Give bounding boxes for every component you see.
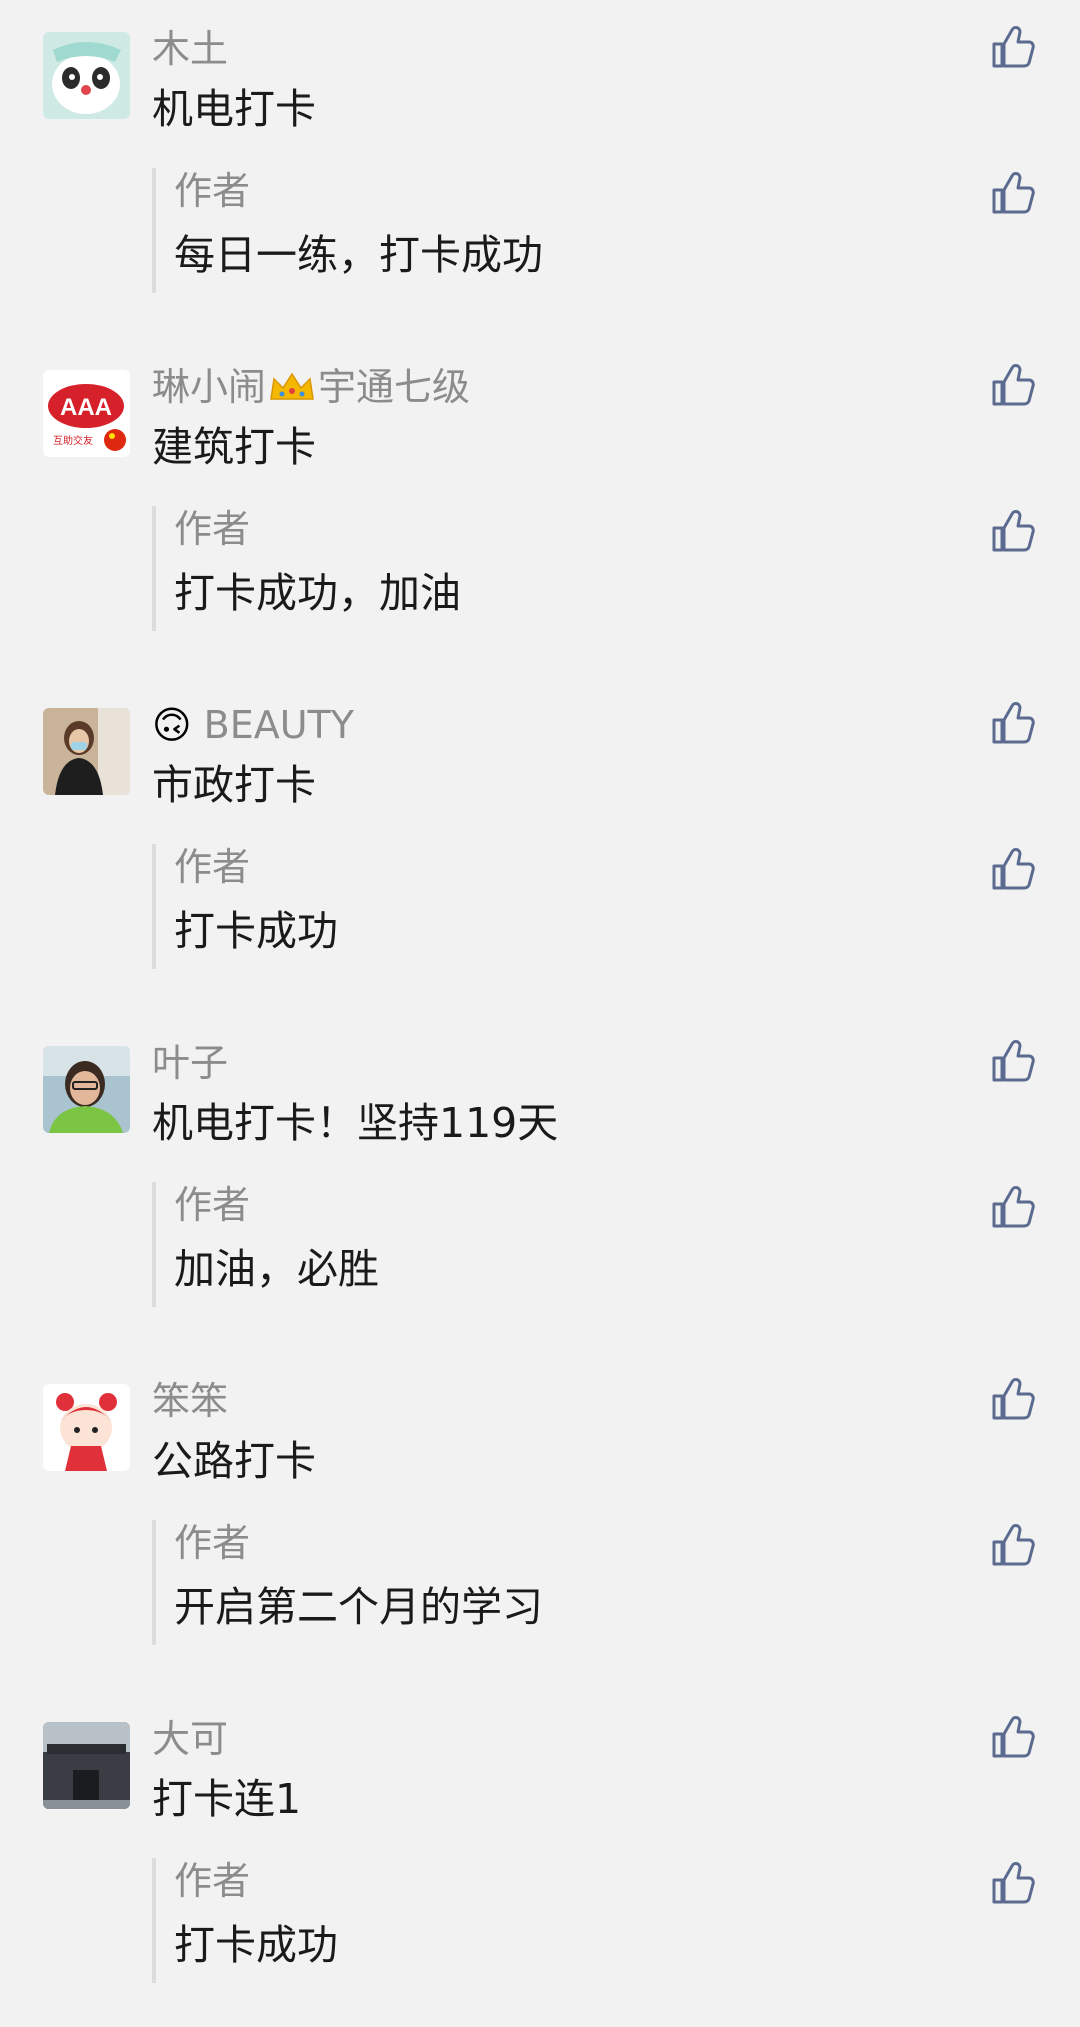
avatar-logo-text: AAA bbox=[60, 394, 112, 421]
selfie-avatar-icon[interactable] bbox=[43, 1046, 130, 1133]
nickname[interactable]: 大可 bbox=[152, 1710, 228, 1768]
thumbs-up-icon[interactable] bbox=[990, 362, 1036, 408]
reply-author-label: 作者 bbox=[174, 1521, 251, 1565]
nickname-suffix: 宇通七级 bbox=[318, 365, 471, 409]
nickname-row: 木土 bbox=[152, 20, 228, 78]
comment-text: 机电打卡！坚持119天 bbox=[152, 1099, 559, 1147]
author-reply: 作者 开启第二个月的学习 bbox=[152, 1520, 543, 1645]
author-reply: 作者 打卡成功 bbox=[152, 1858, 338, 1983]
author-reply: 作者 打卡成功，加油 bbox=[152, 506, 461, 631]
reply-thumbs-up-icon[interactable] bbox=[990, 1184, 1036, 1230]
reply-author-label: 作者 bbox=[174, 845, 251, 889]
thumbs-up-icon[interactable] bbox=[990, 1376, 1036, 1422]
reply-text: 加油，必胜 bbox=[174, 1245, 379, 1293]
thumbs-up-icon[interactable] bbox=[990, 700, 1036, 746]
reply-text: 打卡成功 bbox=[174, 907, 338, 955]
aaa-logo-avatar-icon[interactable]: AAA 互助交友 bbox=[43, 370, 130, 457]
author-reply: 作者 打卡成功 bbox=[152, 844, 338, 969]
comment-text: 建筑打卡 bbox=[152, 423, 316, 471]
reply-thumbs-up-icon[interactable] bbox=[990, 1860, 1036, 1906]
reply-author-label: 作者 bbox=[174, 507, 251, 551]
comment-item: 叶子 机电打卡！坚持119天 作者 加油，必胜 bbox=[0, 1014, 1080, 1334]
upside-down-face-emoji-icon: 🙃 bbox=[152, 703, 192, 747]
reply-author-label: 作者 bbox=[174, 1859, 251, 1903]
reply-text: 开启第二个月的学习 bbox=[174, 1583, 543, 1631]
reply-thumbs-up-icon[interactable] bbox=[990, 170, 1036, 216]
comment-item: 木土 机电打卡 作者 每日一练，打卡成功 bbox=[0, 0, 1080, 320]
comment-text: 公路打卡 bbox=[152, 1437, 316, 1485]
reply-text: 每日一练，打卡成功 bbox=[174, 231, 543, 279]
comment-text: 机电打卡 bbox=[152, 85, 316, 133]
nickname-row: 叶子 bbox=[152, 1034, 228, 1092]
thumbs-up-icon[interactable] bbox=[990, 24, 1036, 70]
nickname[interactable]: 叶子 bbox=[152, 1034, 228, 1092]
nickname-row: 琳小闹 宇通七级 bbox=[152, 358, 470, 416]
reply-thumbs-up-icon[interactable] bbox=[990, 508, 1036, 554]
reply-text: 打卡成功，加油 bbox=[174, 569, 461, 617]
thumbs-up-icon[interactable] bbox=[990, 1038, 1036, 1084]
reply-thumbs-up-icon[interactable] bbox=[990, 846, 1036, 892]
cartoon-girl-avatar-icon[interactable] bbox=[43, 1384, 130, 1471]
comment-item: 大可 打卡连1 作者 打卡成功 bbox=[0, 1690, 1080, 2010]
nickname[interactable]: BEAUTY bbox=[204, 696, 354, 754]
nickname[interactable]: 笨笨 bbox=[152, 1372, 228, 1430]
avatar-caption: 互助交友 bbox=[53, 434, 93, 447]
nickname[interactable]: 琳小闹 bbox=[152, 358, 266, 416]
author-reply: 作者 每日一练，打卡成功 bbox=[152, 168, 543, 293]
author-reply: 作者 加油，必胜 bbox=[152, 1182, 379, 1307]
nickname-row: 🙃 BEAUTY bbox=[152, 696, 354, 754]
building-photo-avatar-icon[interactable] bbox=[43, 1722, 130, 1809]
panda-avatar-icon[interactable] bbox=[43, 32, 130, 119]
comment-item: 🙃 BEAUTY 市政打卡 作者 打卡成功 bbox=[0, 676, 1080, 996]
crown-icon bbox=[268, 369, 316, 405]
comment-text: 市政打卡 bbox=[152, 761, 316, 809]
nickname[interactable]: 木土 bbox=[152, 20, 228, 78]
reply-author-label: 作者 bbox=[174, 1183, 251, 1227]
thumbs-up-icon[interactable] bbox=[990, 1714, 1036, 1760]
person-photo-avatar-icon[interactable] bbox=[43, 708, 130, 795]
comment-text: 打卡连1 bbox=[152, 1775, 302, 1823]
reply-text: 打卡成功 bbox=[174, 1921, 338, 1969]
reply-thumbs-up-icon[interactable] bbox=[990, 1522, 1036, 1568]
nickname-row: 大可 bbox=[152, 1710, 228, 1768]
reply-author-label: 作者 bbox=[174, 169, 251, 213]
nickname-row: 笨笨 bbox=[152, 1372, 228, 1430]
comment-item: 笨笨 公路打卡 作者 开启第二个月的学习 bbox=[0, 1352, 1080, 1672]
comment-item: AAA 互助交友 琳小闹 宇通七级 建筑打卡 作者 打卡成功，加油 bbox=[0, 338, 1080, 658]
